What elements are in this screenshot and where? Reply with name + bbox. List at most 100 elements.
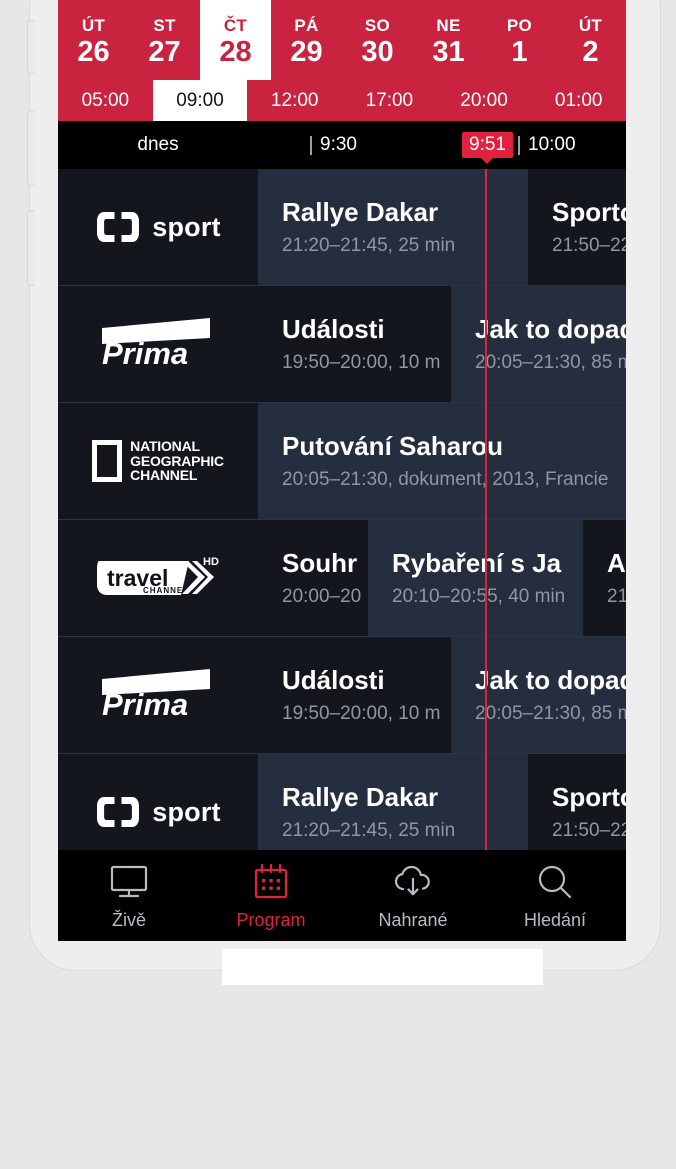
program-meta: 21:20–21:45, 25 min [282,819,456,841]
today-label: dnes [137,134,179,155]
day-weekday-label: SO [364,16,391,35]
program-title: Sportov [552,781,626,812]
hour-cell-0100[interactable]: 01:00 [531,80,626,121]
device-silent-switch[interactable] [27,20,35,74]
natgeo-yellow-rect-icon [92,440,123,482]
channel-logo-cell[interactable]: Prima [58,637,258,753]
day-number-label: 1 [511,36,528,68]
tv-icon [110,865,148,898]
ct-sport-logo: sport [95,795,221,829]
channel-logo-cell[interactable]: travel CHANNEL HD [58,520,258,636]
hour-cell-1700[interactable]: 17:00 [342,80,437,121]
hour-cell-2000[interactable]: 20:00 [437,80,532,121]
prima-wordmark-icon: Prima [102,668,210,722]
day-cell-1[interactable]: PO 1 [484,0,555,80]
day-cell-26[interactable]: ÚT 26 [58,0,129,80]
tab-živě[interactable]: Živě [58,850,200,941]
program-meta: 21:50–22:00, [552,819,626,841]
tab-program[interactable]: Program [200,850,342,941]
prima-logo: Prima [98,665,218,726]
natgeo-wordmark: NATIONAL GEOGRAPHIC CHANNEL [130,437,224,484]
program-meta: 21:20–21:45, 25 min [282,234,456,256]
timeline-tick-930: 9:30 [310,134,357,156]
program-meta: 20:05–21:30, 85 min [475,351,626,373]
program-block[interactable]: Jak to dopadn 20:05–21:30, 85 min [451,286,626,402]
day-cell-29[interactable]: PÁ 29 [271,0,342,80]
search-icon [538,865,572,899]
program-block[interactable]: Sportov 21:50–22:00, [528,169,626,285]
tab-label: Živě [111,910,146,930]
day-weekday-label: ÚT [81,16,106,35]
channel-lane: Události 19:50–20:00, 10 m Jak to dopadn 20… [258,286,626,402]
program-title: Rybaření s Ja [392,547,562,578]
program-title: Rallye Dakar [282,781,439,812]
channel-logo-cell[interactable]: Prima [58,286,258,402]
tick-mark-icon [518,135,520,155]
day-number-label: 2 [582,36,599,68]
ct-mark-icon [97,797,140,827]
channel-logo-cell[interactable]: NATIONAL GEOGRAPHIC CHANNEL [58,403,258,519]
channel-lane: Souhr 20:00–20 Rybaření s Ja 20:10–20:55, 4… [258,520,626,636]
tab-label: Program [236,910,306,930]
program-block[interactable]: Rallye Dakar 21:20–21:45, 25 min [258,169,552,285]
program-meta: 21:50–22:00, [552,234,626,256]
program-block[interactable]: Jak to dopadn 20:05–21:30, 85 min [451,637,626,753]
channel-row: Prima Události 19:50–20:00, 10 m Jak to dop… [58,636,626,753]
channel-name: sport [152,796,221,827]
channel-logo-cell[interactable]: sport [58,169,258,285]
program-title: Sportov [552,196,626,227]
channel-lane: Putování Saharou 20:05–21:30, dokument, 2… [258,403,626,519]
tab-nahrané[interactable]: Nahrané [342,850,484,941]
program-meta: 21:00– [607,585,626,607]
program-block[interactable]: Události 19:50–20:00, 10 m [258,286,475,402]
cloud-download-icon [394,865,430,896]
device-volume-down-button[interactable] [27,210,35,286]
channel-row: travel CHANNEL HD Souhr 20:00–20 Rybaření s J… [58,519,626,636]
natgeo-logo: NATIONAL GEOGRAPHIC CHANNEL [92,437,224,484]
channel-row: Prima Události 19:50–20:00, 10 m Jak to dop… [58,285,626,402]
calendar-icon [254,863,288,899]
day-number-label: 31 [432,36,465,68]
hour-cell-0500[interactable]: 05:00 [58,80,153,121]
day-weekday-label: PO [506,16,533,35]
tab-hledání[interactable]: Hledání [484,850,626,941]
app-screen: ÚT 26 ST 27 ČT 28 PÁ 29 SO 30 NE 31 PO 1 ÚT 2 05:00 09:0… [58,0,626,941]
day-cell-2[interactable]: ÚT 2 [555,0,626,80]
program-meta: 20:05–21:30, 85 min [475,702,626,724]
tab-label: Hledání [523,910,587,930]
program-block[interactable]: Aust 21:00– [583,520,626,636]
device-volume-up-button[interactable] [27,110,35,186]
program-title: Události [282,664,385,695]
ct-sport-logo: sport [95,210,221,244]
hour-cell-0900[interactable]: 09:00 [152,80,248,121]
day-cell-28[interactable]: ČT 28 [200,0,271,80]
channel-name: sport [152,211,221,242]
program-block[interactable]: Události 19:50–20:00, 10 m [258,637,475,753]
day-cell-31[interactable]: NE 31 [413,0,484,80]
day-weekday-label: ST [153,16,176,35]
timeline-ruler: dnes 9:30 10:00 9:51 [58,121,626,169]
program-block[interactable]: Rybaření s Ja 20:10–20:55, 40 min [368,520,607,636]
screenshot-root: ÚT 26 ST 27 ČT 28 PÁ 29 SO 30 NE 31 PO 1 ÚT 2 05:00 09:0… [0,0,676,1169]
day-number-label: 29 [290,36,323,68]
day-number-label: 27 [148,36,181,68]
program-block[interactable]: Putování Saharou 20:05–21:30, dokument, 2… [258,403,626,519]
channel-lane: Rallye Dakar 21:20–21:45, 25 min Sportov 21… [258,169,626,285]
day-cell-27[interactable]: ST 27 [129,0,200,80]
travel-channel-logo: travel CHANNEL HD [93,551,223,606]
home-indicator-area [222,949,543,985]
program-title: Jak to dopadn [475,313,626,344]
program-title: Aust [607,547,626,578]
svg-text:CHANNEL: CHANNEL [143,586,189,595]
day-selector: ÚT 26 ST 27 ČT 28 PÁ 29 SO 30 NE 31 PO 1 ÚT 2 [58,0,626,80]
hour-cell-1200[interactable]: 12:00 [247,80,342,121]
hour-selector: 05:00 09:00 12:00 17:00 20:00 01:00 [58,80,626,121]
program-grid: sport Rallye Dakar 21:20–21:45, 25 min Spor… [58,169,626,941]
program-title: Rallye Dakar [282,196,439,227]
current-time-badge: 9:51 [462,131,513,159]
program-title: Putování Saharou [282,430,504,461]
program-meta: 20:10–20:55, 40 min [392,585,566,607]
tick-label: 10:00 [528,134,576,155]
day-cell-30[interactable]: SO 30 [342,0,413,80]
svg-text:HD: HD [203,556,219,568]
